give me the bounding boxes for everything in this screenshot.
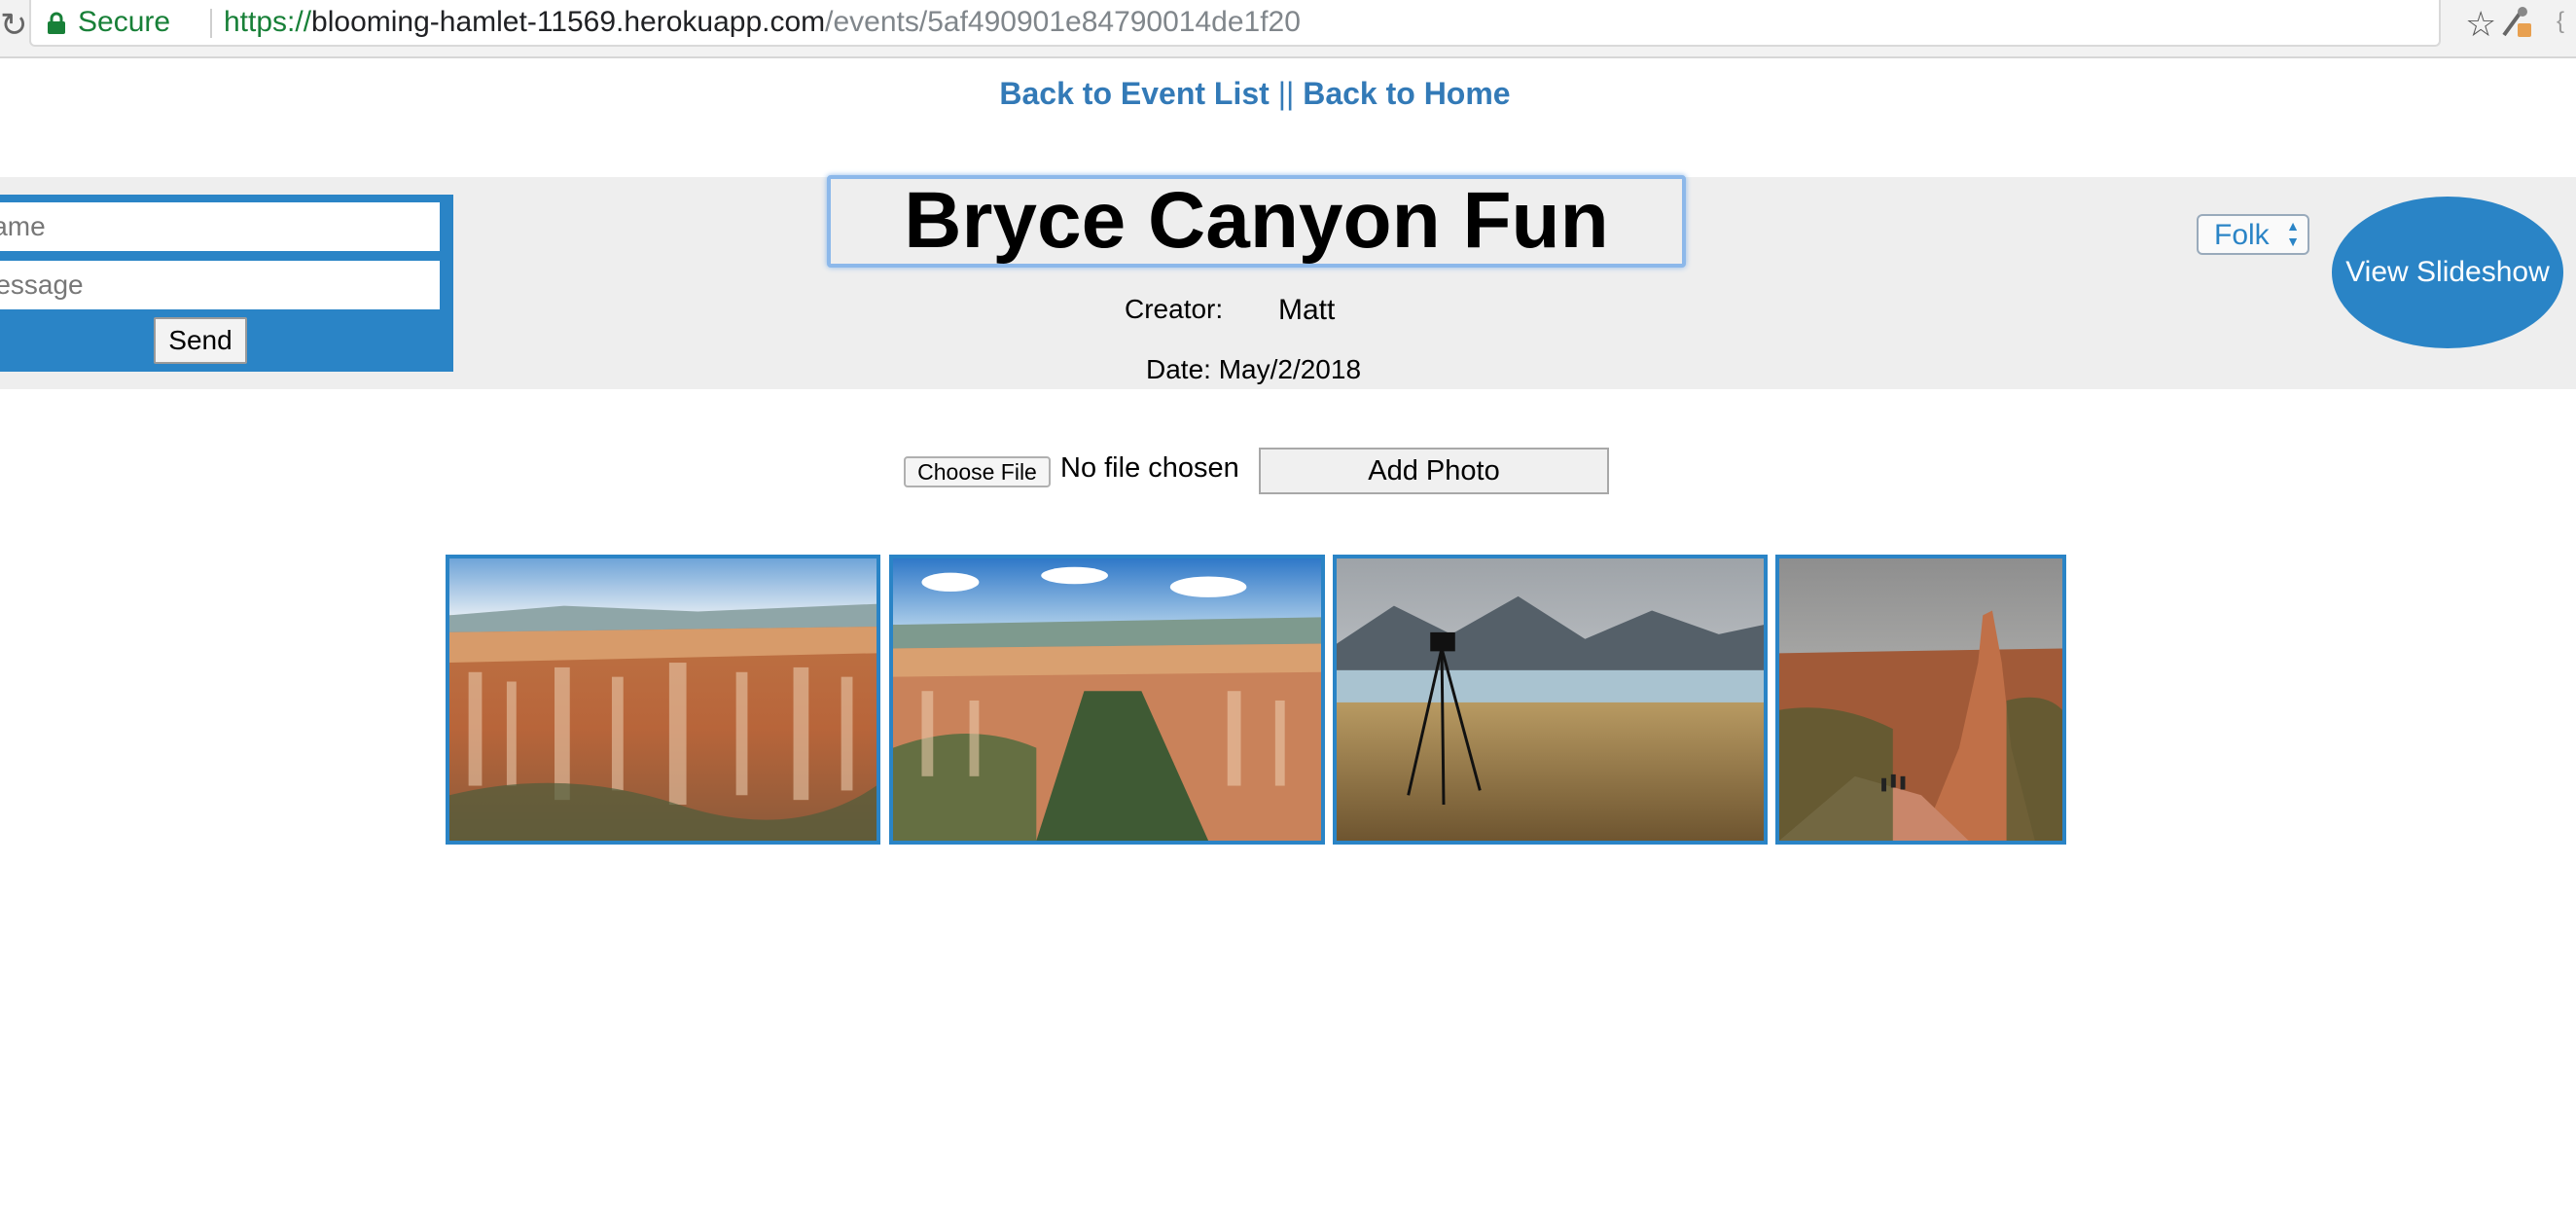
add-photo-button[interactable]: Add Photo <box>1259 448 1609 494</box>
select-arrows-icon: ▲ ▼ <box>2286 218 2300 249</box>
back-to-event-list-link[interactable]: Back to Event List <box>999 76 1269 111</box>
photo-tripod-lake-image <box>1337 558 1764 841</box>
event-date: Date: May/2/2018 <box>1146 354 1362 384</box>
choose-file-button[interactable]: Choose File <box>904 456 1051 487</box>
chat-name-input[interactable] <box>0 202 440 251</box>
gallery-photo-canyon-hoodoos[interactable] <box>446 555 880 845</box>
url-path: /events/5af490901e84790014de1f20 <box>825 6 1301 38</box>
url-host: blooming-hamlet-11569.herokuapp.com <box>311 6 826 38</box>
genre-select[interactable]: Folk ▲ ▼ <box>2197 214 2309 255</box>
photo-canyon-hoodoos-image <box>449 558 877 841</box>
secure-label: Secure <box>78 6 171 38</box>
url-text[interactable]: https://blooming-hamlet-11569.herokuapp.… <box>224 6 1301 39</box>
reload-icon[interactable]: ↻ <box>0 6 28 45</box>
send-button[interactable]: Send <box>154 317 247 364</box>
event-title[interactable]: Bryce Canyon Fun <box>827 175 1686 268</box>
creator-label: Creator: <box>1125 294 1224 324</box>
extension-icon[interactable] <box>2500 6 2533 39</box>
address-bar[interactable]: Secure https://blooming-hamlet-11569.her… <box>29 0 2496 47</box>
gallery-photo-tripod-lake[interactable] <box>1333 555 1768 845</box>
file-status: No file chosen <box>1060 452 1239 484</box>
photo-canyon-aerial-image <box>893 558 1321 841</box>
extension-overflow-icon[interactable]: { <box>2557 8 2564 35</box>
lock-icon <box>48 12 65 34</box>
browser-toolbar: ↻ Secure https://blooming-hamlet-11569.h… <box>0 0 2576 58</box>
address-separator <box>210 9 212 38</box>
genre-selected-value: Folk <box>2214 219 2270 251</box>
chat-message-input[interactable] <box>0 261 440 309</box>
view-slideshow-button[interactable]: View Slideshow <box>2332 197 2563 348</box>
photo-red-spire-image <box>1779 558 2062 841</box>
chat-panel: Send <box>0 195 453 372</box>
top-nav: Back to Event List || Back to Home <box>0 76 2510 112</box>
gallery-photo-red-spire[interactable] <box>1775 555 2066 845</box>
creator-name: Matt <box>1278 294 1336 326</box>
url-scheme: https:// <box>224 6 312 38</box>
star-icon[interactable]: ☆ <box>2465 4 2496 45</box>
back-to-home-link[interactable]: Back to Home <box>1303 76 1510 111</box>
nav-separator: || <box>1277 76 1295 111</box>
gallery-photo-canyon-aerial[interactable] <box>889 555 1325 845</box>
